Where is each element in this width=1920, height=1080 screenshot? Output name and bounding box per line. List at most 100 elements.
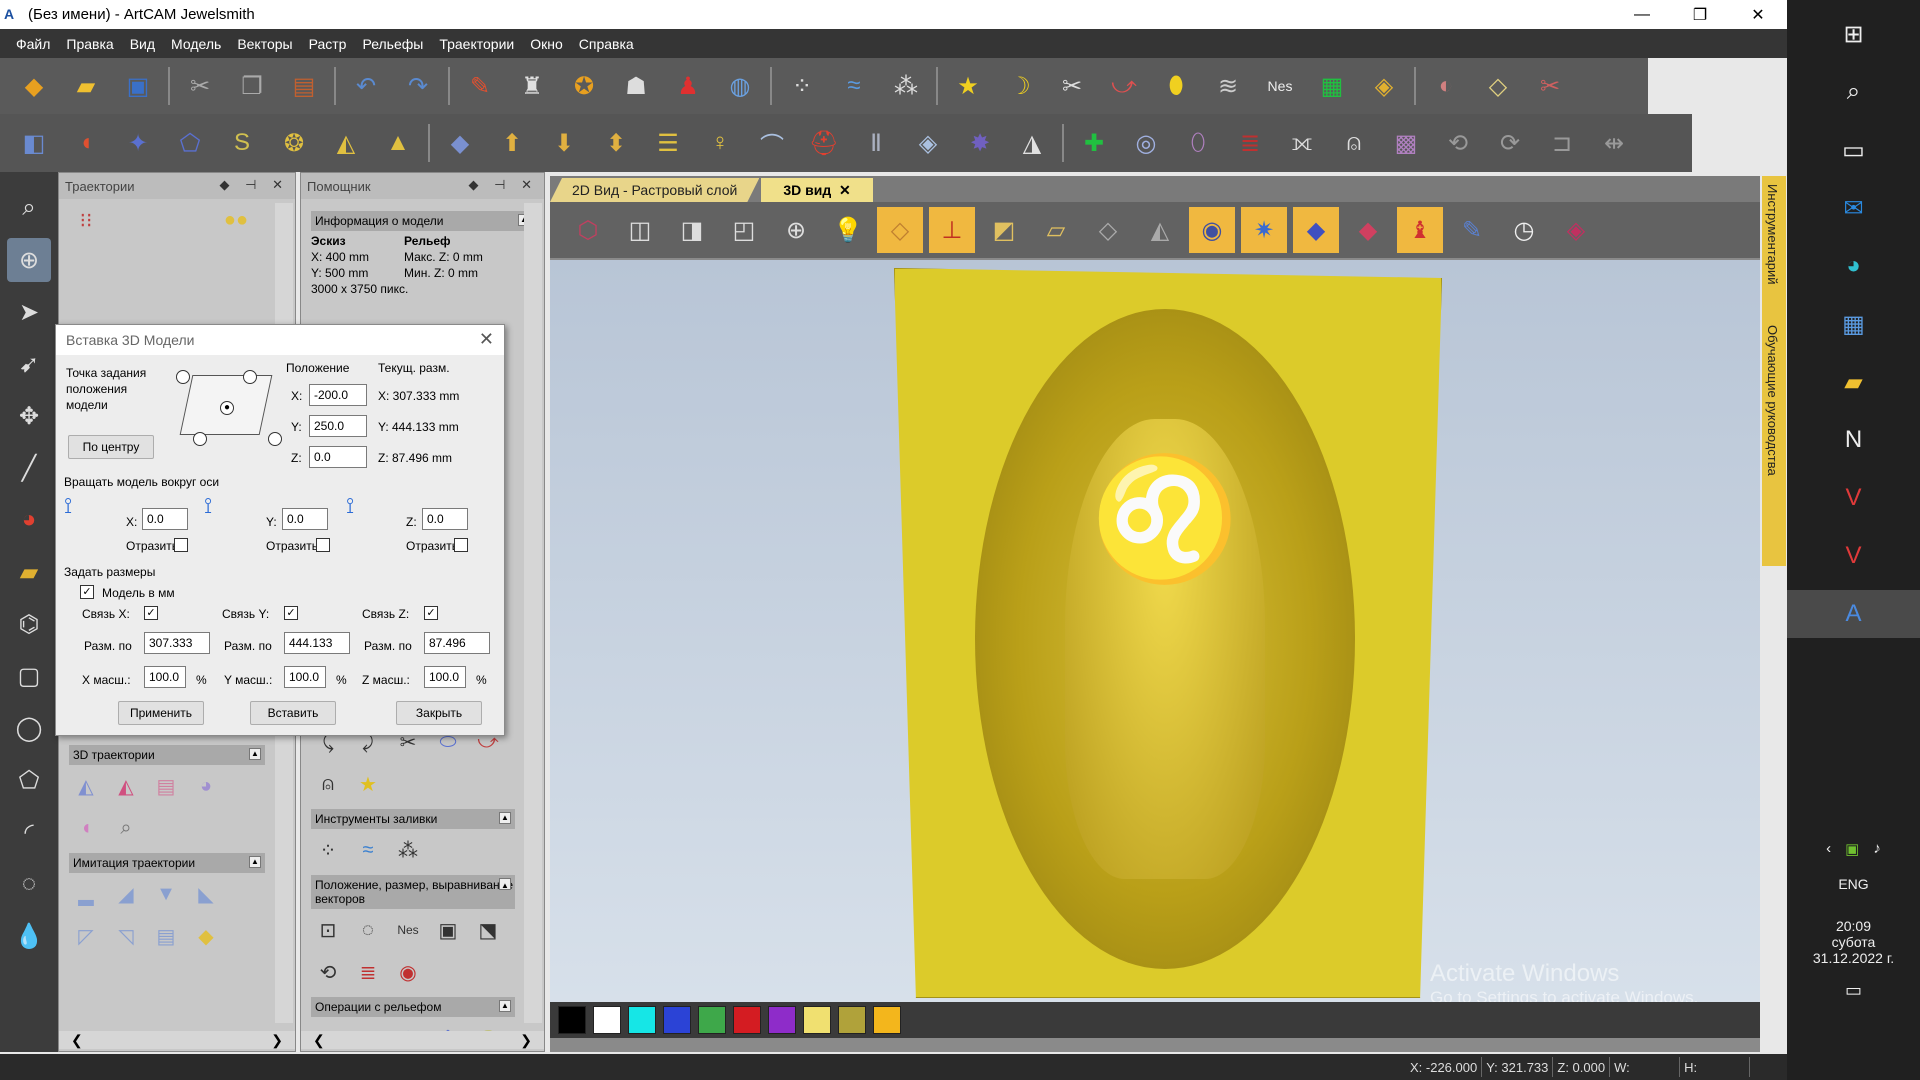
sim-b-icon[interactable]: ◢ [111,879,141,909]
center-button[interactable]: По центру [68,435,154,459]
pos-f-icon[interactable]: ≣ [353,957,383,987]
nodes-icon[interactable]: ⁂ [884,64,928,108]
relief-diamond-icon[interactable]: ◆ [438,121,482,165]
menu-window[interactable]: Окно [522,36,571,52]
globe-view-icon[interactable]: ⊕ [7,238,51,282]
tab-3d-view[interactable]: 3D вид ✕ [761,178,873,202]
windows-start-icon[interactable]: ⊞ [1830,10,1878,58]
3d-canvas[interactable]: ♌ Activate Windows Go to Settings to act… [550,260,1760,1007]
copy-icon[interactable]: ❐ [230,64,274,108]
relief-frame-icon[interactable]: ▩ [1384,121,1428,165]
menu-reliefs[interactable]: Рельефы [354,36,431,52]
node-edit-icon[interactable]: ➹ [7,342,51,386]
new-model-icon[interactable]: ◆ [12,64,56,108]
tool-g-icon[interactable]: ✂ [1528,64,1572,108]
curve-icon[interactable]: ⤻ [1102,64,1146,108]
scale-y-input[interactable]: 100.0 [284,666,326,688]
fill-b-icon[interactable]: ≈ [353,835,383,865]
pos-a-icon[interactable]: ⊡ [313,915,343,945]
relief-ring-icon[interactable]: ◎ [1124,121,1168,165]
pos-b-icon[interactable]: ◌ [353,915,383,945]
tp-3d-e-icon[interactable]: ◖ [71,813,101,843]
mail-icon[interactable]: ✉ [1830,184,1878,232]
plane-icon[interactable]: ◇ [877,207,923,253]
relief-d2-icon[interactable]: ⟳ [1488,121,1532,165]
relief-plus-icon[interactable]: ✚ [1072,121,1116,165]
tp-3d-a-icon[interactable]: ◭ [71,771,101,801]
tab-2d-view[interactable]: 2D Вид - Растровый слой [550,178,759,202]
relief-hat-icon[interactable]: ⛑ [802,121,846,165]
assist-f-icon[interactable]: ⍝ [313,769,343,799]
tool-e-icon[interactable]: ◐ [1424,64,1468,108]
relief-star-icon[interactable]: ✦ [116,121,160,165]
color-swatch-olive[interactable] [838,1006,866,1034]
tab-toolkit[interactable]: Инструментарий [1762,176,1783,293]
close-window-button[interactable]: ✕ [1729,0,1787,29]
axes-icon[interactable]: ⊥ [929,207,975,253]
pos-z-input[interactable]: 0.0 [309,446,367,468]
relief-star2-icon[interactable]: ✸ [958,121,1002,165]
task-view-icon[interactable]: ▭ [1830,126,1878,174]
dialog-close-icon[interactable]: ✕ [479,329,494,350]
color-swatch-orange[interactable] [873,1006,901,1034]
open-folder-icon[interactable]: ▰ [64,64,108,108]
menu-view[interactable]: Вид [122,36,163,52]
zoom-icon[interactable]: ⌕ [7,186,51,230]
dotted-circle-icon[interactable]: ◌ [7,862,51,906]
lightbulb-icon[interactable]: 💡 [825,207,871,253]
relief-oval-icon[interactable]: ⬯ [1176,121,1220,165]
tray-chevron-icon[interactable]: ‹ [1826,840,1831,858]
sim-h-icon[interactable]: ◆ [191,921,221,951]
anchor-center-radio[interactable]: ● [220,401,234,415]
pos-x-input[interactable]: -200.0 [309,384,367,406]
notification-icon[interactable]: ▭ [1787,980,1920,1001]
points-icon[interactable]: ⁘ [780,64,824,108]
store-icon[interactable]: ▦ [1830,300,1878,348]
fill-a-icon[interactable]: ⁘ [313,835,343,865]
cut-icon[interactable]: ✂ [178,64,222,108]
relief-s-icon[interactable]: S [220,121,264,165]
pos-y-input[interactable]: 250.0 [309,415,367,437]
relief-merge-icon[interactable]: ⬍ [594,121,638,165]
relief-piece-icon[interactable]: ▲ [376,121,420,165]
tab-tutorials[interactable]: Обучающие руководства [1762,317,1783,484]
apply-button[interactable]: Применить [118,701,204,725]
paint-icon[interactable]: ◕ [7,498,51,542]
color-swatch-purple[interactable] [768,1006,796,1034]
mirror-x-checkbox[interactable] [174,538,188,552]
model-mm-checkbox[interactable]: ✓ [80,585,94,599]
grey-plane-icon[interactable]: ◇ [1085,207,1131,253]
artcam-task-icon[interactable]: A [1787,590,1920,638]
size-y-input[interactable]: 444.133 [284,632,350,654]
color-swatch-blue[interactable] [663,1006,691,1034]
menu-file[interactable]: Файл [8,36,58,52]
relief-sub-icon[interactable]: ⬇ [542,121,586,165]
link-z-checkbox[interactable]: ✓ [424,606,438,620]
tool-a-icon[interactable]: ♜ [510,64,554,108]
line-tool-icon[interactable]: ╱ [7,446,51,490]
tab-close-icon[interactable]: ✕ [839,182,851,199]
star-shape-icon[interactable]: ★ [946,64,990,108]
relief-bell-icon[interactable]: ⍝ [1332,121,1376,165]
menu-raster[interactable]: Растр [301,36,355,52]
sim-g-icon[interactable]: ▤ [151,921,181,951]
texture-icon[interactable]: ◩ [981,207,1027,253]
layer-blue-icon[interactable]: ◆ [1293,207,1339,253]
undo-icon[interactable]: ↶ [344,64,388,108]
relief-knot-icon[interactable]: ❂ [272,121,316,165]
edit-notes-icon[interactable]: ✎ [458,64,502,108]
eye-icon[interactable]: ◉ [1189,207,1235,253]
mirror-z-checkbox[interactable] [454,538,468,552]
volume-icon[interactable]: ♪ [1873,840,1881,858]
vivaldi-icon[interactable]: V [1830,474,1878,522]
insert-button[interactable]: Вставить [250,701,336,725]
redo-icon[interactable]: ↷ [396,64,440,108]
diamond-icon[interactable]: ◈ [1553,207,1599,253]
clock-day[interactable]: субота [1787,934,1920,950]
brush-icon[interactable]: ✎ [1449,207,1495,253]
wave-icon[interactable]: ≈ [832,64,876,108]
arc-icon[interactable]: ☽ [998,64,1042,108]
size-z-input[interactable]: 87.496 [424,632,490,654]
zoom-fit-icon[interactable]: ⊕ [773,207,819,253]
relief-bend-icon[interactable]: ⌒ [750,121,794,165]
